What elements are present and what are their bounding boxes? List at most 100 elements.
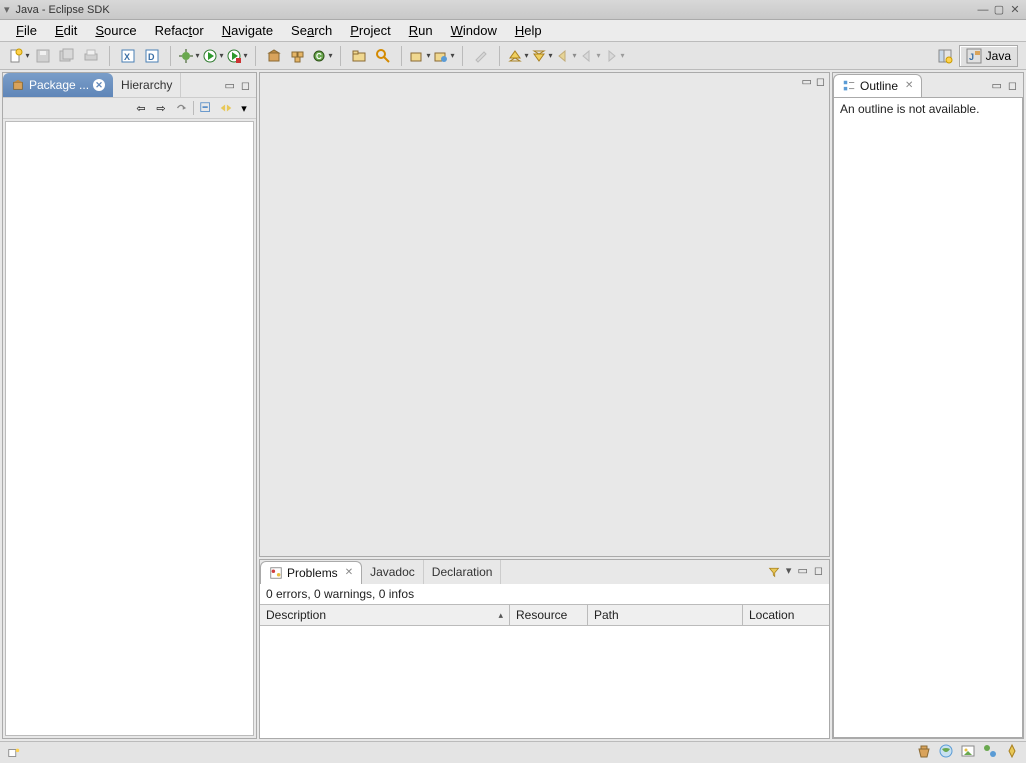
close-button[interactable]: ✕ bbox=[1008, 3, 1022, 17]
nav-up-icon[interactable] bbox=[173, 100, 189, 116]
perspective-java[interactable]: J Java bbox=[959, 45, 1018, 67]
new-type-button[interactable]: C▾ bbox=[311, 45, 333, 67]
build-doc-button[interactable]: D bbox=[141, 45, 163, 67]
nav-next-annotation-button[interactable]: ▾ bbox=[531, 45, 553, 67]
menu-navigate[interactable]: Navigate bbox=[214, 21, 281, 40]
sort-asc-icon: ▴ bbox=[498, 610, 503, 621]
java-perspective-icon: J bbox=[966, 48, 982, 64]
tab-package-label: Package ... bbox=[29, 78, 89, 92]
svg-text:X: X bbox=[124, 52, 130, 62]
fast-view-icon[interactable] bbox=[6, 745, 22, 761]
maximize-button[interactable]: ▢ bbox=[992, 3, 1006, 17]
workarea: Package ... ✕ Hierarchy ▭ ◻ ⇦ ⇨ ▾ bbox=[0, 70, 1026, 741]
tray-sync-icon[interactable] bbox=[982, 743, 998, 762]
svg-text:D: D bbox=[148, 52, 155, 62]
close-tab-icon[interactable]: ✕ bbox=[93, 79, 105, 91]
menu-refactor[interactable]: Refactor bbox=[147, 21, 212, 40]
collapse-all-icon[interactable] bbox=[198, 100, 214, 116]
tab-hierarchy[interactable]: Hierarchy bbox=[113, 73, 181, 97]
tab-problems-label: Problems bbox=[287, 566, 338, 580]
annotations-next-button[interactable]: ▾ bbox=[433, 45, 455, 67]
save-all-button[interactable] bbox=[56, 45, 78, 67]
editor-area[interactable]: ▭ ◻ bbox=[259, 72, 830, 557]
col-description[interactable]: Description▴ bbox=[260, 605, 510, 625]
open-perspective-button[interactable] bbox=[934, 45, 956, 67]
close-icon[interactable]: ✕ bbox=[345, 567, 353, 578]
outline-message: An outline is not available. bbox=[840, 102, 979, 116]
menu-help[interactable]: Help bbox=[507, 21, 550, 40]
maximize-editor-icon[interactable]: ◻ bbox=[816, 75, 825, 88]
link-editor-icon[interactable] bbox=[218, 100, 234, 116]
nav-prev-annotation-button[interactable]: ▾ bbox=[507, 45, 529, 67]
col-path[interactable]: Path bbox=[588, 605, 743, 625]
problems-summary: 0 errors, 0 warnings, 0 infos bbox=[260, 584, 829, 604]
perspective-label: Java bbox=[986, 49, 1011, 63]
svg-text:J: J bbox=[969, 52, 974, 62]
save-button[interactable] bbox=[32, 45, 54, 67]
menu-file[interactable]: File bbox=[8, 21, 45, 40]
menubar: File Edit Source Refactor Navigate Searc… bbox=[0, 20, 1026, 42]
tab-outline-label: Outline bbox=[860, 79, 898, 93]
col-resource[interactable]: Resource bbox=[510, 605, 588, 625]
tray-image-icon[interactable] bbox=[960, 743, 976, 762]
last-edit-button[interactable] bbox=[470, 45, 492, 67]
debug-button[interactable]: ▾ bbox=[178, 45, 200, 67]
menu-source[interactable]: Source bbox=[87, 21, 144, 40]
problems-view: Problems ✕ Javadoc Declaration ▾ ▭ ◻ 0 e… bbox=[259, 559, 830, 739]
menu-window[interactable]: Window bbox=[443, 21, 505, 40]
minimize-editor-icon[interactable]: ▭ bbox=[801, 75, 811, 88]
statusbar bbox=[0, 741, 1026, 763]
new-package-button[interactable] bbox=[263, 45, 285, 67]
new-button[interactable]: ▾ bbox=[8, 45, 30, 67]
outline-body: An outline is not available. bbox=[833, 97, 1023, 738]
annotations-prev-button[interactable]: ▾ bbox=[409, 45, 431, 67]
forward-button[interactable]: ▾ bbox=[603, 45, 625, 67]
tab-problems[interactable]: Problems ✕ bbox=[260, 561, 362, 585]
window-icon: ▾ bbox=[4, 3, 10, 16]
nav-forward-icon[interactable]: ⇨ bbox=[153, 100, 169, 116]
view-menu-icon[interactable]: ▾ bbox=[238, 100, 250, 116]
menu-search[interactable]: Search bbox=[283, 21, 340, 40]
search-button[interactable] bbox=[372, 45, 394, 67]
tab-javadoc[interactable]: Javadoc bbox=[362, 560, 424, 584]
window-title: Java - Eclipse SDK bbox=[16, 4, 110, 16]
main-toolbar: ▾ X D ▾ ▾ ▾ C▾ ▾ ▾ ▾ ▾ ▾ ▾ ▾ bbox=[0, 42, 1026, 70]
menu-project[interactable]: Project bbox=[342, 21, 398, 40]
filter-icon[interactable] bbox=[766, 564, 782, 580]
tab-declaration[interactable]: Declaration bbox=[424, 560, 502, 584]
maximize-view-icon[interactable]: ◻ bbox=[239, 79, 252, 92]
new-class-button[interactable] bbox=[287, 45, 309, 67]
minimize-button[interactable]: — bbox=[976, 3, 990, 17]
tray-gc-icon[interactable] bbox=[916, 743, 932, 762]
minimize-view-icon[interactable]: ▭ bbox=[989, 79, 1003, 92]
tray-progress-icon[interactable] bbox=[1004, 743, 1020, 762]
col-location[interactable]: Location bbox=[743, 605, 829, 625]
open-type-button[interactable] bbox=[348, 45, 370, 67]
outline-view: Outline ✕ ▭ ◻ An outline is not availabl… bbox=[832, 72, 1024, 739]
maximize-view-icon[interactable]: ◻ bbox=[1006, 79, 1019, 92]
print-button[interactable] bbox=[80, 45, 102, 67]
tab-hierarchy-label: Hierarchy bbox=[121, 78, 172, 92]
menu-run[interactable]: Run bbox=[401, 21, 441, 40]
nav-back-icon[interactable]: ⇦ bbox=[133, 100, 149, 116]
window-titlebar: ▾ Java - Eclipse SDK — ▢ ✕ bbox=[0, 0, 1026, 20]
minimize-view-icon[interactable]: ▭ bbox=[795, 564, 809, 580]
back-button[interactable]: ▾ bbox=[579, 45, 601, 67]
problems-icon bbox=[269, 566, 283, 580]
problems-table-body[interactable] bbox=[260, 626, 829, 738]
view-menu-icon[interactable]: ▾ bbox=[784, 564, 794, 580]
run-button[interactable]: ▾ bbox=[202, 45, 224, 67]
external-tools-button[interactable]: ▾ bbox=[226, 45, 248, 67]
tab-outline[interactable]: Outline ✕ bbox=[833, 74, 922, 98]
package-icon bbox=[11, 78, 25, 92]
tray-updates-icon[interactable] bbox=[938, 743, 954, 762]
close-icon[interactable]: ✕ bbox=[905, 80, 913, 91]
svg-text:C: C bbox=[316, 52, 322, 61]
build-xml-button[interactable]: X bbox=[117, 45, 139, 67]
maximize-view-icon[interactable]: ◻ bbox=[812, 564, 825, 580]
tab-package-explorer[interactable]: Package ... ✕ bbox=[3, 73, 113, 97]
minimize-view-icon[interactable]: ▭ bbox=[222, 79, 236, 92]
menu-edit[interactable]: Edit bbox=[47, 21, 85, 40]
back-history-button[interactable]: ▾ bbox=[555, 45, 577, 67]
package-explorer-body[interactable] bbox=[5, 121, 254, 736]
